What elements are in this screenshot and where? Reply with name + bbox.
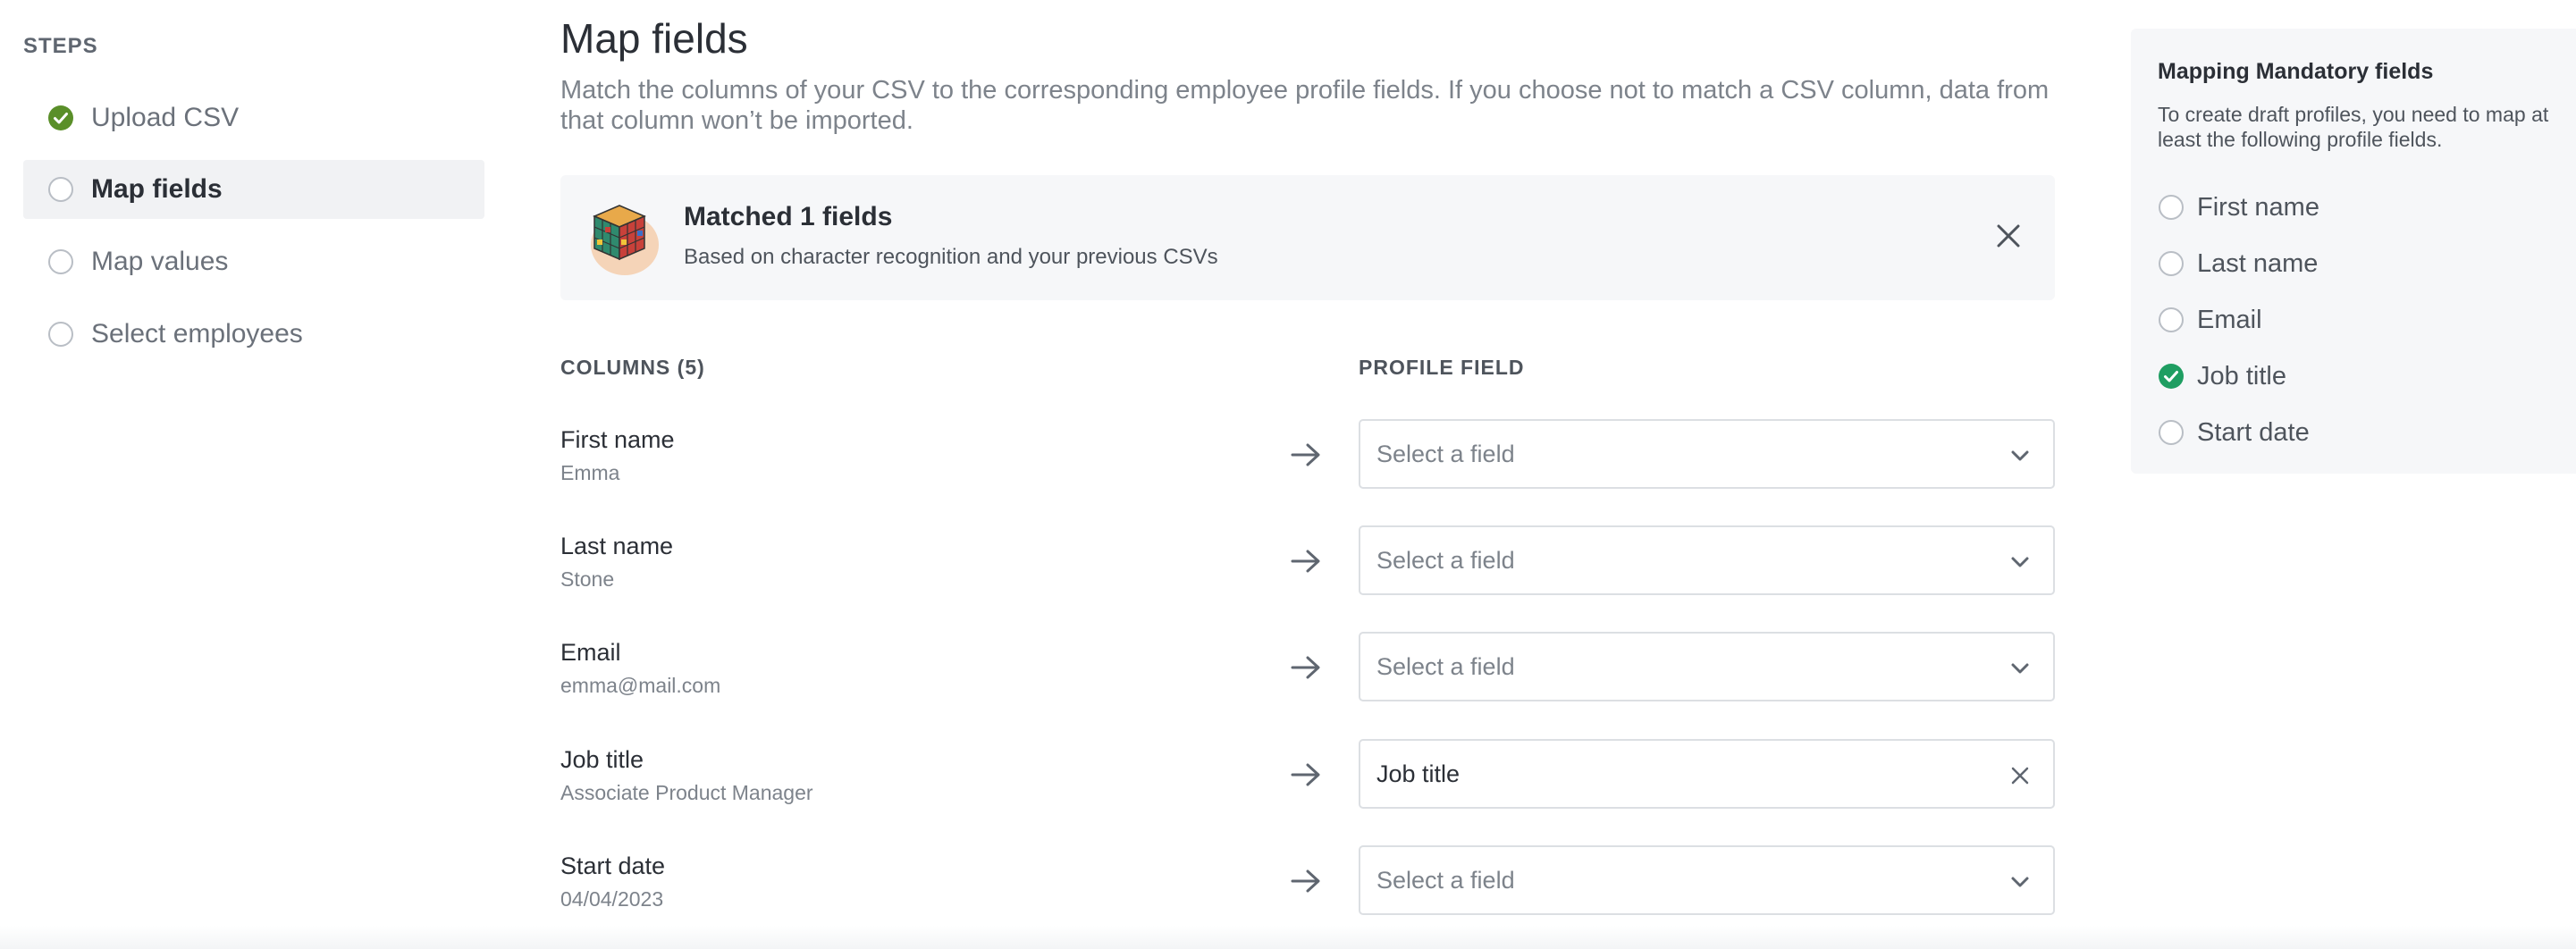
column-sample-value: 04/04/2023 bbox=[560, 887, 664, 911]
radio-empty-icon bbox=[46, 175, 75, 204]
chevron-down-icon bbox=[2007, 655, 2033, 682]
step-label: Select employees bbox=[91, 319, 303, 349]
select-value: Select a field bbox=[1376, 440, 1515, 467]
bottom-shadow bbox=[0, 926, 2576, 949]
profile-field-select[interactable]: Select a field bbox=[1359, 525, 2055, 595]
column-name: Start date bbox=[560, 852, 666, 879]
profile-field-header: PROFILE FIELD bbox=[1359, 356, 1525, 379]
check-circle-icon bbox=[46, 104, 75, 132]
chevron-down-icon bbox=[2007, 549, 2033, 575]
column-name: Last name bbox=[560, 533, 674, 559]
page-description: Match the columns of your CSV to the cor… bbox=[560, 76, 2050, 135]
radio-empty-icon bbox=[2158, 250, 2185, 277]
arrow-right-icon bbox=[1290, 439, 1322, 471]
banner-title: Matched 1 fields bbox=[684, 202, 893, 231]
step-label: Map values bbox=[91, 247, 229, 276]
radio-empty-icon bbox=[2158, 307, 2185, 333]
select-value: Select a field bbox=[1376, 866, 1515, 894]
radio-empty-icon bbox=[2158, 194, 2185, 221]
mandatory-fields-panel: Mapping Mandatory fields To create draft… bbox=[2131, 29, 2576, 474]
select-value: Select a field bbox=[1376, 546, 1515, 574]
required-field-start-date: Start date bbox=[2158, 415, 2310, 450]
step-label: Map fields bbox=[91, 174, 223, 204]
steps-title: STEPS bbox=[23, 34, 98, 58]
column-sample-value: emma@mail.com bbox=[560, 674, 721, 697]
column-sample-value: Emma bbox=[560, 461, 620, 484]
arrow-right-icon bbox=[1290, 759, 1322, 791]
required-field-last-name: Last name bbox=[2158, 246, 2318, 281]
panel-title: Mapping Mandatory fields bbox=[2158, 59, 2434, 84]
page-title: Map fields bbox=[560, 15, 748, 62]
close-icon[interactable] bbox=[1991, 218, 2026, 254]
column-name: First name bbox=[560, 426, 675, 453]
required-field-label: First name bbox=[2197, 192, 2319, 222]
clear-icon[interactable] bbox=[2007, 762, 2033, 789]
table-row: Start date 04/04/2023 Select a field bbox=[560, 845, 2055, 917]
rubiks-cube-icon bbox=[585, 200, 659, 275]
select-value: Job title bbox=[1376, 760, 1461, 787]
column-name: Email bbox=[560, 639, 621, 666]
required-field-first-name: First name bbox=[2158, 189, 2319, 225]
required-field-label: Last name bbox=[2197, 248, 2319, 278]
table-row: Email emma@mail.com Select a field bbox=[560, 632, 2055, 703]
arrow-right-icon bbox=[1290, 545, 1322, 577]
columns-header: COLUMNS (5) bbox=[560, 356, 705, 379]
table-row: First name Emma Select a field bbox=[560, 419, 2055, 491]
arrow-right-icon bbox=[1290, 651, 1322, 684]
step-upload-csv[interactable]: Upload CSV bbox=[23, 88, 484, 147]
profile-field-select[interactable]: Job title bbox=[1359, 739, 2055, 809]
radio-empty-icon bbox=[46, 248, 75, 276]
panel-description: To create draft profiles, you need to ma… bbox=[2158, 103, 2549, 151]
column-sample-value: Stone bbox=[560, 567, 615, 591]
column-sample-value: Associate Product Manager bbox=[560, 781, 813, 804]
select-value: Select a field bbox=[1376, 652, 1515, 680]
chevron-down-icon bbox=[2007, 869, 2033, 895]
required-field-job-title: Job title bbox=[2158, 358, 2286, 394]
profile-field-select[interactable]: Select a field bbox=[1359, 419, 2055, 489]
required-field-label: Start date bbox=[2197, 417, 2310, 447]
profile-field-select[interactable]: Select a field bbox=[1359, 632, 2055, 701]
radio-empty-icon bbox=[2158, 419, 2185, 446]
required-field-label: Job title bbox=[2197, 361, 2286, 391]
required-field-label: Email bbox=[2197, 305, 2262, 334]
step-map-values[interactable]: Map values bbox=[23, 232, 484, 291]
step-select-employees[interactable]: Select employees bbox=[23, 305, 484, 364]
table-row: Last name Stone Select a field bbox=[560, 525, 2055, 597]
radio-empty-icon bbox=[46, 320, 75, 349]
profile-field-select[interactable]: Select a field bbox=[1359, 845, 2055, 915]
banner-subtitle: Based on character recognition and your … bbox=[684, 245, 1218, 269]
chevron-down-icon bbox=[2007, 442, 2033, 469]
required-field-email: Email bbox=[2158, 302, 2262, 338]
arrow-right-icon bbox=[1290, 865, 1322, 897]
step-map-fields[interactable]: Map fields bbox=[23, 160, 484, 219]
table-row: Job title Associate Product Manager Job … bbox=[560, 739, 2055, 810]
matched-fields-banner: Matched 1 fields Based on character reco… bbox=[560, 175, 2055, 300]
column-name: Job title bbox=[560, 746, 644, 773]
step-label: Upload CSV bbox=[91, 103, 240, 132]
check-circle-icon bbox=[2158, 363, 2185, 390]
